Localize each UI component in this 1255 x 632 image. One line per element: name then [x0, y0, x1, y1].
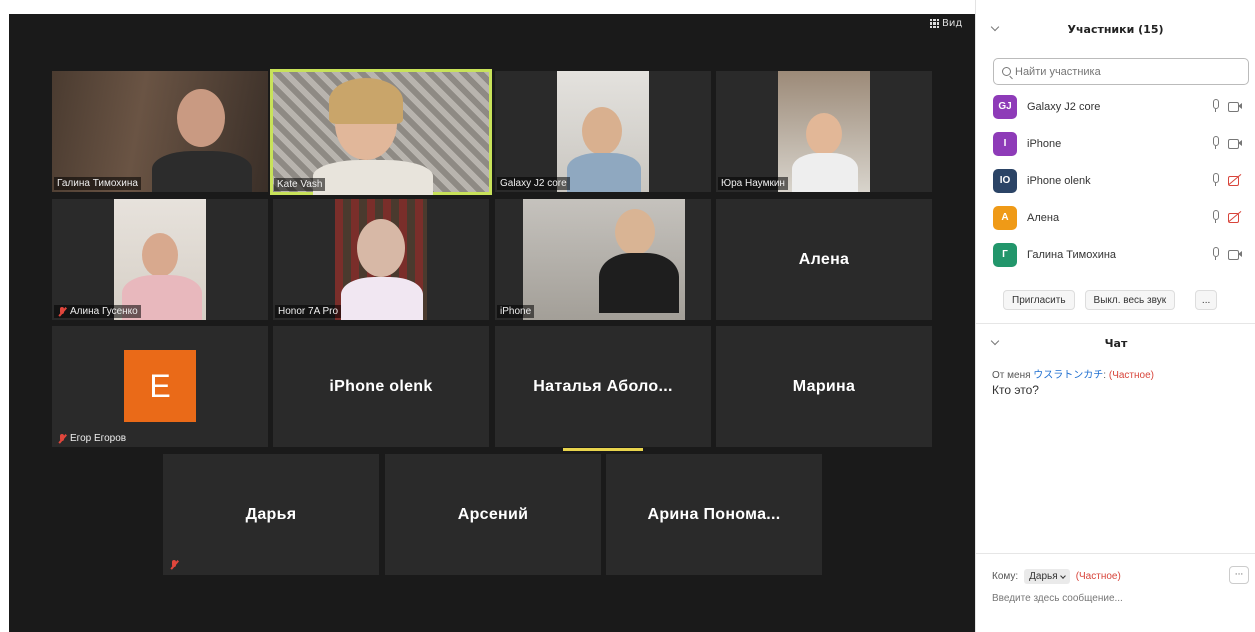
- participant-name: iPhone: [1027, 137, 1062, 150]
- video-tile-darya[interactable]: Дарья: [163, 454, 379, 575]
- avatar: Г: [993, 242, 1017, 267]
- message-meta: От меня ウスラトンカチ: (Частное): [992, 370, 1154, 381]
- mic-icon[interactable]: [1211, 247, 1219, 260]
- video-tile-iphone-olenk[interactable]: iPhone olenk: [273, 326, 489, 447]
- private-label: (Частное): [1108, 370, 1154, 381]
- avatar: I: [993, 131, 1017, 156]
- participant-name: Галина Тимохина: [1027, 248, 1117, 261]
- participant-actions: Пригласить Выкл. весь звук ...: [976, 290, 1255, 310]
- participant-list: GJ Galaxy J2 core I iPhone IO iPhone ole…: [976, 88, 1255, 273]
- participant-name: iPhone olenk: [329, 377, 433, 395]
- chat-header: Чат: [976, 323, 1255, 363]
- participant-row[interactable]: Г Галина Тимохина: [976, 236, 1255, 273]
- message-input[interactable]: [992, 593, 1232, 604]
- video-feed: [523, 199, 685, 320]
- mic-icon[interactable]: [1211, 136, 1219, 149]
- search-icon: [1002, 67, 1011, 76]
- avatar: GJ: [993, 94, 1017, 119]
- chat-more-button[interactable]: ···: [1229, 566, 1249, 584]
- participant-row[interactable]: GJ Galaxy J2 core: [976, 88, 1255, 125]
- video-feed: [273, 72, 489, 195]
- chevron-down-icon[interactable]: [990, 336, 1000, 346]
- mic-icon[interactable]: [1211, 173, 1219, 186]
- avatar: E: [124, 350, 196, 422]
- grid-icon: [930, 19, 939, 28]
- video-feed: [557, 71, 649, 192]
- video-tile-iphone[interactable]: iPhone: [495, 199, 711, 320]
- avatar: IO: [993, 168, 1017, 193]
- participant-name: iPhone olenk: [1027, 174, 1091, 187]
- participant-name: Алена: [1027, 211, 1060, 224]
- video-tile-kate-vash[interactable]: Kate Vash: [270, 69, 492, 195]
- video-feed: [52, 71, 268, 192]
- video-feed: [335, 199, 427, 320]
- sidebar: Участники (15) GJ Galaxy J2 core I iPhon…: [975, 0, 1255, 632]
- mic-icon[interactable]: [1211, 210, 1219, 223]
- chat-compose: Кому: Дарья (Частное) ···: [976, 553, 1255, 632]
- participants-header: Участники (15): [976, 0, 1255, 58]
- search-input[interactable]: [1015, 65, 1235, 78]
- mic-icon[interactable]: [1211, 99, 1219, 112]
- chat-messages: От меня ウスラトンカチ: (Частное) Кто это?: [992, 366, 1247, 397]
- view-label: Вид: [942, 18, 963, 29]
- recipient-select[interactable]: Дарья: [1024, 569, 1070, 584]
- message-sender[interactable]: ウスラトンカチ: [1033, 370, 1103, 381]
- video-tile-galina[interactable]: Галина Тимохина: [52, 71, 268, 192]
- participant-label: Галина Тимохина: [54, 177, 141, 190]
- camera-off-icon[interactable]: [1228, 175, 1242, 186]
- participant-label: Егор Егоров: [54, 432, 129, 445]
- participant-label: Honor 7A Pro: [275, 305, 342, 318]
- camera-icon[interactable]: [1228, 101, 1242, 112]
- more-button[interactable]: ...: [1195, 290, 1218, 310]
- participant-row[interactable]: IO iPhone olenk: [976, 162, 1255, 199]
- participant-name: Galaxy J2 core: [1027, 100, 1101, 113]
- participant-label: Kate Vash: [274, 178, 326, 191]
- participant-label: Алина Гусенко: [54, 305, 141, 318]
- message-text: Кто это?: [992, 383, 1039, 397]
- video-tile-yura[interactable]: Юра Наумкин: [716, 71, 932, 192]
- mic-muted-icon: [57, 433, 67, 444]
- camera-icon[interactable]: [1228, 138, 1242, 149]
- participant-row[interactable]: I iPhone: [976, 125, 1255, 162]
- chat-title: Чат: [1104, 337, 1128, 350]
- participant-name: Марина: [792, 377, 856, 395]
- participant-name: Алена: [798, 250, 850, 268]
- video-feed: [778, 71, 870, 192]
- chevron-down-icon: [1059, 572, 1066, 579]
- video-tile-natalya[interactable]: Наталья Аболо...: [495, 326, 711, 447]
- mute-all-button[interactable]: Выкл. весь звук: [1084, 290, 1176, 310]
- mic-muted-icon: [169, 560, 179, 570]
- video-feed: [114, 199, 206, 320]
- mic-muted-icon: [57, 306, 67, 317]
- video-tile-alina[interactable]: Алина Гусенко: [52, 199, 268, 320]
- video-tile-honor[interactable]: Honor 7A Pro: [273, 199, 489, 320]
- video-tile-marina[interactable]: Марина: [716, 326, 932, 447]
- recipient-line: Кому: Дарья (Частное): [992, 569, 1121, 584]
- chevron-down-icon[interactable]: [990, 22, 1000, 32]
- participant-name: Арина Понома...: [647, 505, 781, 523]
- video-tile-egor[interactable]: E Егор Егоров: [52, 326, 268, 447]
- camera-off-icon[interactable]: [1228, 212, 1242, 223]
- to-label: Кому:: [992, 571, 1019, 582]
- camera-icon[interactable]: [1228, 249, 1242, 260]
- active-speaker-indicator: [563, 448, 643, 451]
- view-button[interactable]: Вид: [930, 18, 962, 29]
- participant-row[interactable]: A Алена: [976, 199, 1255, 236]
- participant-name: Наталья Аболо...: [533, 377, 673, 395]
- participant-label: Galaxy J2 core: [497, 177, 570, 190]
- participants-title: Участники (15): [1067, 22, 1164, 36]
- participant-label: iPhone: [497, 305, 535, 318]
- invite-button[interactable]: Пригласить: [1003, 290, 1075, 310]
- participant-name: Арсений: [457, 505, 529, 523]
- video-tile-galaxy-j2[interactable]: Galaxy J2 core: [495, 71, 711, 192]
- participant-name: Дарья: [245, 505, 297, 523]
- video-tile-alena[interactable]: Алена: [716, 199, 932, 320]
- avatar: A: [993, 205, 1017, 230]
- participant-label: Юра Наумкин: [718, 177, 788, 190]
- participant-search[interactable]: [993, 58, 1249, 85]
- private-label: (Частное): [1075, 571, 1121, 582]
- video-tile-arseniy[interactable]: Арсений: [385, 454, 601, 575]
- video-tile-arina[interactable]: Арина Понома...: [606, 454, 822, 575]
